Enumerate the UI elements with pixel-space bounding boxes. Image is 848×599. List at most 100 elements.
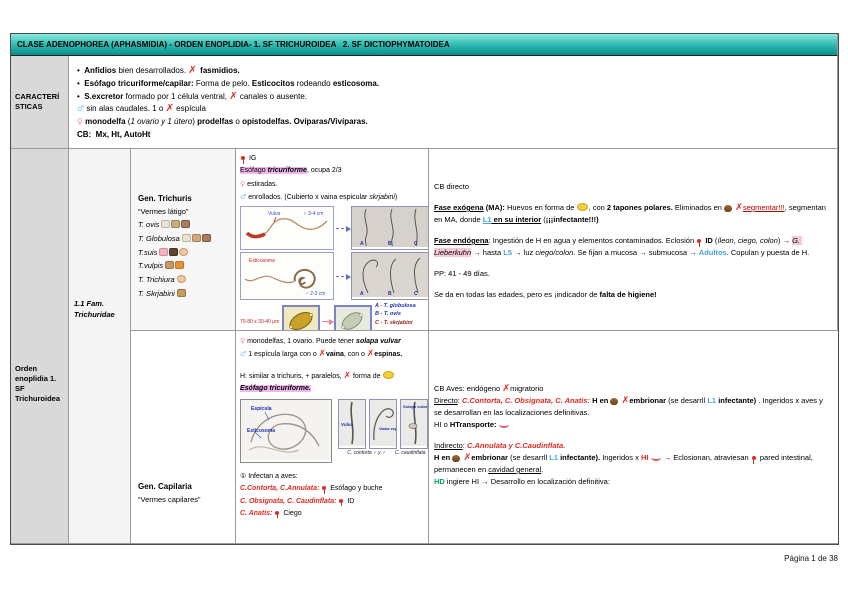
trichuris-desc-lines: IGEsófago tricuriforme, ocupa 2/3♀ estir… [240, 153, 425, 204]
photo-letter-b: B [388, 291, 392, 297]
genus-name: Gen. Trichuris [138, 193, 232, 206]
text-segment: : Ingestión de H en agua y elementos con… [489, 236, 697, 245]
text-segment: H en [434, 453, 450, 462]
text-segment: HTransporte: [450, 420, 497, 429]
text-segment: ) → [778, 236, 792, 245]
cattle-icon [181, 220, 190, 228]
pin-icon [752, 456, 756, 460]
arrow-icon [336, 228, 349, 229]
trichuris-photo-panel-2: A B C [351, 252, 429, 300]
text-segment: ✗ [319, 349, 326, 359]
text-segment: 1 ovario y 1 útero [130, 117, 192, 126]
description-line: Esófago tricuriforme, ocupa 2/3 [240, 165, 425, 177]
caption-caudinflata: C. caudinflata [395, 450, 421, 456]
capillaria-panel-captions: C. contorta ♀ y ♂ C. caudinflata [338, 450, 428, 456]
capillaria-desc-top-lines: ♀ monodelfas, 1 ovario. Puede tener sola… [240, 335, 425, 395]
cb-paragraph: H en ✗embrionar (se desarrll L1 infectan… [434, 452, 832, 476]
sheep-icon [161, 220, 170, 228]
description-line: ① Infectan a aves: [240, 471, 425, 483]
text-segment: espícula [174, 104, 206, 113]
caracteristica-line: • S.excretor formado por 1 célula ventra… [77, 91, 831, 104]
capillaria-panel-solapa: Solapa vulvar [400, 399, 428, 449]
text-segment: Indirecto [434, 441, 463, 450]
text-segment: skrjabini [369, 194, 395, 201]
description-line: C. Anatis: Ciego [240, 508, 425, 520]
cb-paragraph: PP: 41 - 49 días. [434, 268, 831, 280]
goat-icon [171, 220, 180, 228]
panel-solapa-micrograph: Solapa vulvar [401, 400, 427, 446]
worm-female-illustration: Vulva ♀ 3-4 cm [241, 207, 333, 247]
text-segment: . Se fijan a mucosa → submucosa → [573, 248, 698, 257]
vaina-espicular-label: Vaina espicular [379, 426, 396, 431]
lemon-icon [383, 371, 394, 379]
egg-l1-illustration: Huevo con L1 [336, 307, 370, 331]
text-segment: opistodelfas. [242, 117, 291, 126]
photo-letter-a: A [360, 291, 364, 297]
capillaria-photo-panels: Vulva Vaina espicular [338, 399, 428, 456]
trichuris-female-drawing: Vulva ♀ 3-4 cm [240, 206, 334, 250]
vulva-label: Vulva [341, 422, 353, 427]
caracteristica-line: • Esófago tricuriforme/capilar: Forma de… [77, 78, 831, 91]
capillaria-panel-vulva: Vulva [338, 399, 366, 449]
description-line: IG [240, 153, 425, 165]
legend-item: A - T. globulosa [375, 302, 425, 310]
species-item: T. Trichiura [138, 273, 232, 287]
description-line: C.Contorta, C.Annulata: Esófago y buche [240, 483, 425, 495]
text-segment: Esófago tricuriforme/capilar: [84, 79, 193, 88]
cb-paragraph: Fase endógena: Ingestión de H en agua y … [434, 235, 831, 259]
cell-capillaria-ciclo-biologico: CB Aves: endógeno ✗migratorioDirecto: C.… [429, 331, 838, 544]
text-segment: . Copulan y puesta de H. [727, 248, 810, 257]
pin-icon [697, 239, 701, 243]
species-item: T. Skrjabini [138, 287, 232, 301]
text-segment: migratorio [510, 384, 543, 393]
text-segment: monodelfa [85, 117, 125, 126]
text-segment: Esófago [240, 167, 268, 174]
text-segment: ✗ [188, 65, 200, 76]
document-table: CLASE ADENOPHOREA (APHASMIDIA) - ORDEN E… [10, 33, 839, 545]
egg-photo-box: Huevo con L1 [334, 305, 372, 331]
text-segment: S.excretor [84, 92, 123, 101]
cb-paragraph: HI o HTransporte: [434, 419, 832, 431]
cb-paragraph: Directo: C.Contorta, C. Obsignata, C. An… [434, 395, 832, 419]
camel-icon [177, 289, 186, 297]
cattle-icon [202, 234, 211, 242]
text-segment: en su interior [492, 215, 542, 224]
goat-icon [192, 234, 201, 242]
text-segment: formado por 1 célula ventral, [123, 92, 229, 101]
boar-icon [169, 248, 178, 256]
species-item: T.suis [138, 246, 232, 260]
text-segment: T. ovis [138, 220, 161, 229]
arrow-icon [336, 276, 349, 277]
text-segment: IG [247, 155, 256, 162]
text-segment: vaina [326, 351, 344, 358]
capillaria-panel-vaina: Vaina espicular [369, 399, 397, 449]
cell-trichuris-description: IGEsófago tricuriforme, ocupa 2/3♀ estir… [236, 149, 429, 331]
text-segment [336, 498, 338, 505]
trichuris-figure-row-female: Vulva ♀ 3-4 cm A B C [240, 206, 425, 250]
text-segment: → hasta [471, 248, 503, 257]
capillaria-drawing: Espícula Esticosoma [240, 399, 332, 463]
page-number: Página 1 de 38 [784, 554, 838, 563]
text-segment: ID [705, 236, 713, 245]
text-segment: ✗ [229, 91, 237, 102]
text-segment: T. Skrjabini [138, 289, 177, 298]
photo-letter-c: C [414, 241, 418, 247]
worm-icon [651, 454, 661, 461]
caracteristicas-body: • Anfidios bien desarrollados. ✗ fasmidi… [69, 56, 838, 149]
text-segment: íleon, ciego, colon [717, 236, 777, 245]
text-segment: T.vulpis [138, 261, 165, 270]
pig-icon [159, 248, 168, 256]
text-segment: C. Obsignata, C. Caudinflata: [240, 498, 336, 505]
poop-icon [724, 205, 732, 212]
text-segment: ✗ [502, 383, 510, 394]
text-segment: (MA): [484, 203, 505, 212]
row-label-caracteristicas: CARACTERÍ STICAS [11, 56, 69, 149]
text-segment: (se desarrll [666, 396, 707, 405]
text-segment: (se desarrll [508, 453, 549, 462]
panel-vulva-micrograph: Vulva [339, 400, 365, 446]
description-line: Esófago tricuriforme. [240, 383, 425, 395]
text-segment: H: similar a trichuris, + paralelos, [240, 373, 344, 380]
esticosoma-label: Esticosoma [249, 258, 275, 264]
description-line: ♂ 1 espícula larga con o ✗vaina, con o ✗… [240, 348, 425, 361]
species-item: T.vulpis [138, 259, 232, 273]
